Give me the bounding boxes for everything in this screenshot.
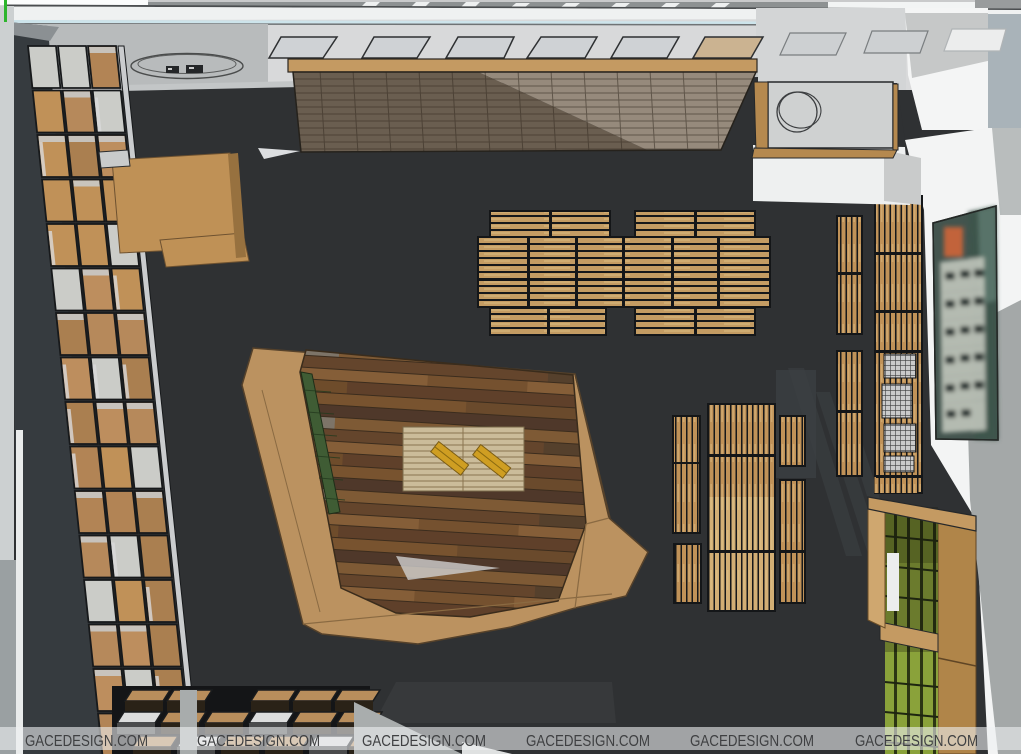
svg-text:GACEDESIGN.COM: GACEDESIGN.COM	[690, 733, 814, 750]
svg-text:GACEDESIGN.COM: GACEDESIGN.COM	[25, 733, 148, 750]
svg-text:GACEDESIGN.COM: GACEDESIGN.COM	[855, 733, 978, 750]
svg-text:GACEDESIGN.COM: GACEDESIGN.COM	[362, 733, 486, 750]
svg-text:GACEDESIGN.COM: GACEDESIGN.COM	[197, 733, 320, 750]
svg-text:GACEDESIGN.COM: GACEDESIGN.COM	[526, 733, 650, 750]
